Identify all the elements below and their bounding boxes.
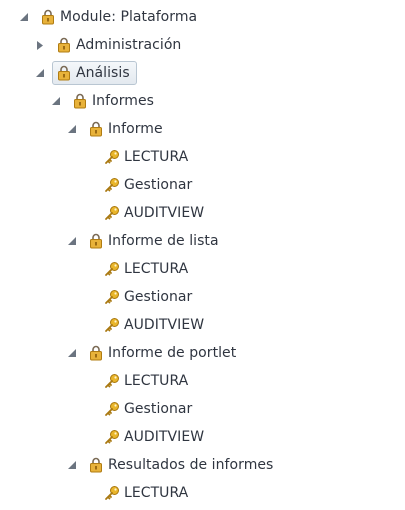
tree-node-label: Resultados de informes xyxy=(108,457,274,473)
collapse-triangle-icon[interactable] xyxy=(34,67,46,79)
key-icon xyxy=(104,317,120,333)
tree-node-administracion[interactable]: Administración xyxy=(34,33,181,57)
permission-item[interactable]: LECTURA xyxy=(104,481,188,505)
lock-icon xyxy=(88,457,104,473)
key-icon xyxy=(104,401,120,417)
tree-node-analisis[interactable]: Análisis xyxy=(34,61,137,85)
permission-label: AUDITVIEW xyxy=(124,205,205,221)
key-icon xyxy=(104,429,120,445)
collapse-triangle-icon[interactable] xyxy=(18,11,30,23)
key-icon xyxy=(104,289,120,305)
tree-node-informe[interactable]: Informe xyxy=(66,117,163,141)
key-icon xyxy=(104,205,120,221)
lock-icon xyxy=(88,121,104,137)
permission-item[interactable]: Gestionar xyxy=(104,173,192,197)
permission-item[interactable]: AUDITVIEW xyxy=(104,201,204,225)
tree-node-module-plataforma[interactable]: Module: Plataforma xyxy=(18,5,197,29)
permission-label: LECTURA xyxy=(124,373,189,389)
tree-node-informe-de-lista[interactable]: Informe de lista xyxy=(66,229,219,253)
permission-item[interactable]: AUDITVIEW xyxy=(104,425,204,449)
tree-node-label: Administración xyxy=(76,37,182,53)
permission-item[interactable]: LECTURA xyxy=(104,145,188,169)
permission-label: Gestionar xyxy=(124,289,193,305)
lock-icon xyxy=(40,9,56,25)
key-icon xyxy=(104,261,120,277)
lock-icon xyxy=(72,93,88,109)
tree-node-label: Informe de portlet xyxy=(108,345,237,361)
permission-label: AUDITVIEW xyxy=(124,317,205,333)
permission-item[interactable]: LECTURA xyxy=(104,369,188,393)
permission-item[interactable]: AUDITVIEW xyxy=(104,313,204,337)
tree-node-informes[interactable]: Informes xyxy=(50,89,154,113)
permission-label: LECTURA xyxy=(124,261,189,277)
collapse-triangle-icon[interactable] xyxy=(66,347,78,359)
key-icon xyxy=(104,149,120,165)
key-icon xyxy=(104,373,120,389)
tree-node-label: Análisis xyxy=(76,65,130,81)
permission-item[interactable]: Gestionar xyxy=(104,285,192,309)
expand-triangle-icon[interactable] xyxy=(34,39,46,51)
tree-node-resultados-de-informes[interactable]: Resultados de informes xyxy=(66,453,273,477)
tree-node-label: Informes xyxy=(92,93,154,109)
tree-node-label: Informe de lista xyxy=(108,233,219,249)
lock-icon xyxy=(56,65,72,81)
tree-node-label: Module: Plataforma xyxy=(60,9,198,25)
collapse-triangle-icon[interactable] xyxy=(50,95,62,107)
permission-label: Gestionar xyxy=(124,177,193,193)
selected-node-highlight[interactable]: Análisis xyxy=(52,61,137,85)
lock-icon xyxy=(88,345,104,361)
key-icon xyxy=(104,177,120,193)
tree-node-label: Informe xyxy=(108,121,163,137)
permission-label: LECTURA xyxy=(124,485,189,501)
permission-label: LECTURA xyxy=(124,149,189,165)
collapse-triangle-icon[interactable] xyxy=(66,235,78,247)
key-icon xyxy=(104,485,120,501)
permissions-tree: Module: Plataforma Administración Anális… xyxy=(0,0,405,510)
tree-node-informe-de-portlet[interactable]: Informe de portlet xyxy=(66,341,236,365)
permission-label: Gestionar xyxy=(124,401,193,417)
collapse-triangle-icon[interactable] xyxy=(66,123,78,135)
lock-icon xyxy=(88,233,104,249)
lock-icon xyxy=(56,37,72,53)
permission-label: AUDITVIEW xyxy=(124,429,205,445)
collapse-triangle-icon[interactable] xyxy=(66,459,78,471)
permission-item[interactable]: LECTURA xyxy=(104,257,188,281)
permission-item[interactable]: Gestionar xyxy=(104,397,192,421)
